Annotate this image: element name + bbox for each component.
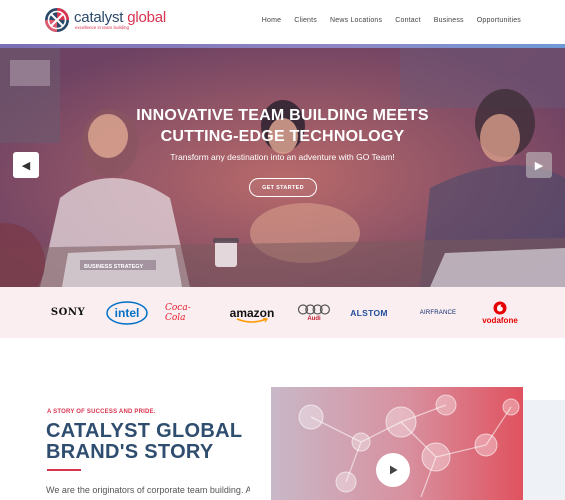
- slider-next-button[interactable]: ▶: [526, 152, 552, 178]
- story-title: CATALYST GLOBAL BRAND'S STORY: [46, 420, 243, 463]
- brand-logo-alstom: ALSTOM: [350, 307, 388, 318]
- laptop-label: BUSINESS STRATEGY: [84, 264, 144, 270]
- slider-prev-button[interactable]: ◀: [13, 152, 39, 178]
- site-header: catalyst global excellence in team build…: [0, 0, 565, 44]
- nav-contact[interactable]: Contact: [395, 17, 421, 24]
- brand-logo-intel: intel: [105, 287, 149, 338]
- brand-logo-vodafone: vodafone: [476, 287, 524, 338]
- nav-clients[interactable]: Clients: [294, 17, 317, 24]
- chevron-right-icon: ▶: [534, 159, 544, 172]
- story-kicker: A STORY OF SUCCESS AND PRIDE.: [47, 409, 156, 415]
- chevron-left-icon: ◀: [21, 159, 31, 172]
- nav-business[interactable]: Business: [434, 17, 464, 24]
- decorative-shape: [523, 400, 565, 500]
- logo-mark-icon: [44, 7, 70, 33]
- video-play-button[interactable]: [376, 453, 410, 487]
- logo[interactable]: catalyst global excellence in team build…: [44, 7, 166, 33]
- play-icon: [390, 465, 398, 475]
- nav-news-locations[interactable]: News Locations: [330, 17, 382, 24]
- logo-name: catalyst global: [74, 8, 167, 26]
- hero-slider: BUSINESS STRATEGY INNOVATIVE TEAM BUILDI…: [0, 48, 565, 287]
- nav-opportunities[interactable]: Opportunities: [477, 17, 521, 24]
- hero-subtitle: Transform any destination into an advent…: [170, 152, 395, 162]
- client-logos-strip: SONY intel Coca-Cola amazon Audi ALSTOM …: [0, 287, 565, 338]
- brand-logo-airfrance: AIRFRANCE: [419, 309, 457, 316]
- hero-photo: BUSINESS STRATEGY: [0, 48, 565, 287]
- brand-logo-audi: Audi: [294, 287, 334, 338]
- hero-title: INNOVATIVE TEAM BUILDING MEETS CUTTING-E…: [136, 107, 429, 145]
- nav-home[interactable]: Home: [262, 17, 281, 24]
- get-started-button[interactable]: GET STARTED: [249, 178, 317, 197]
- story-text: We are the originators of corporate team…: [46, 485, 250, 495]
- brand-logo-amazon: amazon: [224, 287, 280, 338]
- brand-logo-sony: SONY: [50, 307, 86, 318]
- main-nav: Home Clients News Locations Contact Busi…: [262, 17, 521, 24]
- story-divider: [47, 469, 81, 471]
- brand-logo-coca-cola: Coca-Cola: [165, 302, 191, 323]
- logo-tagline: excellence in team building: [75, 24, 130, 30]
